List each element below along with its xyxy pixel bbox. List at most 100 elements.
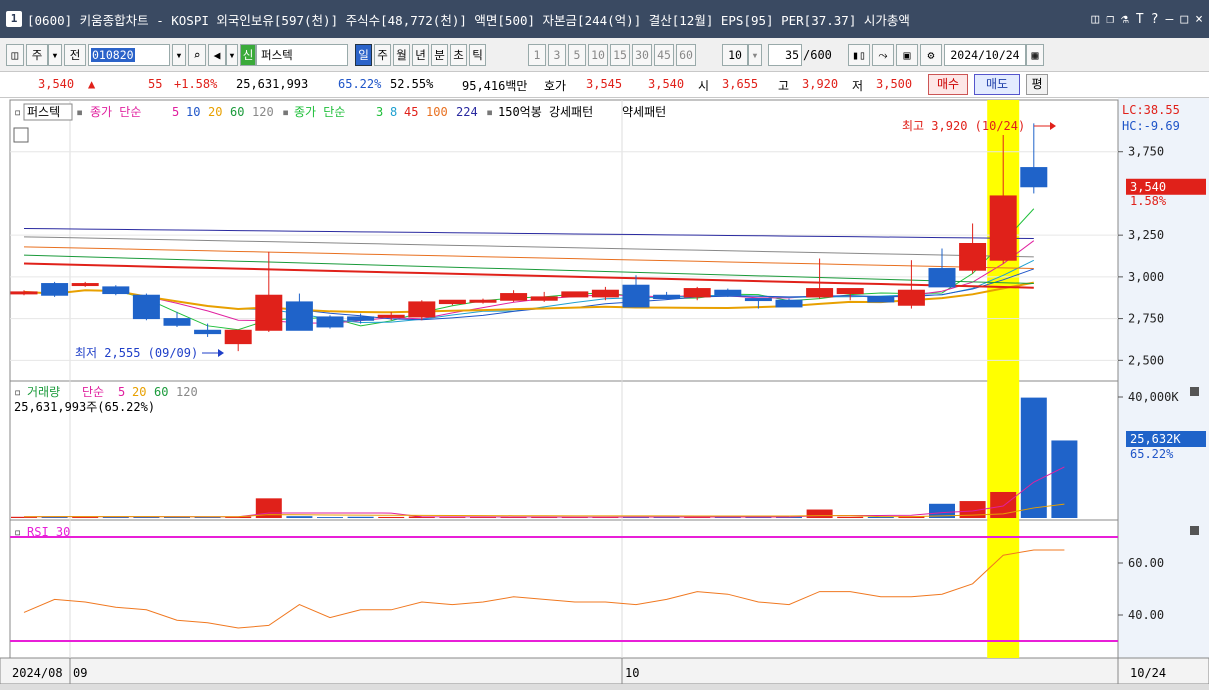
layout-icon[interactable]: ◫ xyxy=(6,44,24,66)
quote-low: 3,500 xyxy=(876,77,913,91)
mode-button[interactable]: 전 xyxy=(64,44,86,66)
window-control-7[interactable]: × xyxy=(1195,12,1203,27)
period-button-3[interactable]: 년 xyxy=(412,44,429,66)
candle-body-14 xyxy=(438,299,466,305)
volume-bar-33 xyxy=(1020,397,1047,518)
stock-name-field[interactable]: 퍼스텍 xyxy=(256,44,348,66)
candle-body-19 xyxy=(591,289,619,298)
legend-bullet-icon-0: ▪ xyxy=(76,105,83,119)
gear-icon[interactable]: ⚙ xyxy=(920,44,942,66)
x-axis-bar xyxy=(0,657,1209,684)
minute-button-2[interactable]: 5 xyxy=(568,44,586,66)
legend-ma2-value-3: 100 xyxy=(426,105,448,119)
period-button-6[interactable]: 틱 xyxy=(469,44,486,66)
window-number-badge[interactable]: 1 xyxy=(6,11,22,27)
code-dropdown-icon[interactable]: ▾ xyxy=(172,44,186,66)
date-input[interactable]: 2024/10/24 xyxy=(944,44,1026,66)
candle-body-31 xyxy=(959,243,987,271)
market-select[interactable]: 주 xyxy=(26,44,48,66)
candle-style-icon[interactable]: ▮▯ xyxy=(848,44,870,66)
legend-ma-value-1: 10 xyxy=(186,105,200,119)
volume-tick-label-0: 40,000K xyxy=(1128,390,1179,404)
vol-legend-square-icon: ▫ xyxy=(14,385,21,399)
window-control-3[interactable]: T xyxy=(1136,12,1144,27)
minute-button-7[interactable]: 60 xyxy=(676,44,696,66)
window-control-1[interactable]: ❐ xyxy=(1106,12,1114,27)
minute-button-4[interactable]: 15 xyxy=(610,44,630,66)
candle-body-27 xyxy=(836,288,864,295)
line-draw-icon[interactable]: ⤳ xyxy=(872,44,894,66)
candle-body-4 xyxy=(132,294,160,320)
rsi-tick-label-1: 40.00 xyxy=(1128,608,1164,622)
current-price-pct: 1.58% xyxy=(1130,194,1167,208)
legend-ma2-value-2: 45 xyxy=(404,105,418,119)
window-control-5[interactable]: — xyxy=(1166,12,1174,27)
price-tick-label-2: 3,000 xyxy=(1128,270,1164,284)
minute-button-1[interactable]: 3 xyxy=(548,44,566,66)
low-label: 저 xyxy=(852,79,864,93)
minute-button-5[interactable]: 30 xyxy=(632,44,652,66)
buy-button[interactable]: 매수 xyxy=(928,74,968,95)
volume-bar-28 xyxy=(867,516,894,518)
minute-button-3[interactable]: 10 xyxy=(588,44,608,66)
chart-toolbar: ◫ 주 ▾ 전 010820 ▾ ⌕ ◀ ▾ 신 퍼스텍 일주월년분초틱 135… xyxy=(0,38,1209,72)
volume-bar-9 xyxy=(286,516,313,518)
x-axis-label-0: 2024/08 xyxy=(12,666,63,680)
eval-button[interactable]: 평 xyxy=(1026,74,1048,95)
candle-body-18 xyxy=(561,291,589,298)
period-button-4[interactable]: 분 xyxy=(431,44,448,66)
sell-button[interactable]: 매도 xyxy=(974,74,1020,95)
vol-panel-menu-icon xyxy=(1190,387,1199,396)
stock-code-input[interactable]: 010820 xyxy=(88,44,170,66)
volume-bar-27 xyxy=(837,516,864,518)
count-input[interactable]: 35 xyxy=(768,44,802,66)
table-grid-icon xyxy=(13,127,29,143)
interval-dropdown-icon[interactable]: ▾ xyxy=(748,44,762,66)
legend-ma-label-0: 종가 단순 xyxy=(90,105,141,119)
window-control-0[interactable]: ◫ xyxy=(1091,12,1099,27)
vol-tag-pct: 65.22% xyxy=(1130,447,1174,461)
price-tick-label-0: 3,750 xyxy=(1128,145,1164,159)
rsi-legend-label: RSI 30 xyxy=(27,525,70,539)
candle-body-6 xyxy=(194,329,222,335)
quote-bid: 3,540 xyxy=(648,77,685,91)
period-button-0[interactable]: 일 xyxy=(355,44,372,66)
speaker-dropdown-icon[interactable]: ▾ xyxy=(226,44,238,66)
speaker-icon[interactable]: ◀ xyxy=(208,44,226,66)
legend-ma2-value-0: 3 xyxy=(376,105,383,119)
save-icon[interactable]: ▣ xyxy=(896,44,918,66)
legend-ma-label-1: 종가 단순 xyxy=(294,105,345,119)
period-button-1[interactable]: 주 xyxy=(374,44,391,66)
minute-button-0[interactable]: 1 xyxy=(528,44,546,66)
candle-body-3 xyxy=(102,286,130,295)
calendar-icon[interactable]: ▦ xyxy=(1026,44,1044,66)
price-tick-label-3: 2,750 xyxy=(1128,312,1164,326)
quote-ratio2: 52.55% xyxy=(390,77,434,91)
legend-bullet-icon-1: ▪ xyxy=(282,105,289,119)
ask-label: 호가 xyxy=(544,79,567,93)
vol-ma-value-1: 20 xyxy=(132,385,146,399)
window-control-4[interactable]: ? xyxy=(1151,12,1159,27)
window-control-2[interactable]: ⚗ xyxy=(1121,12,1129,27)
candle-body-17 xyxy=(530,296,558,301)
period-button-2[interactable]: 월 xyxy=(393,44,410,66)
interval-input[interactable]: 10 xyxy=(722,44,748,66)
minute-button-6[interactable]: 45 xyxy=(654,44,674,66)
market-dropdown-icon[interactable]: ▾ xyxy=(48,44,62,66)
window-control-6[interactable]: □ xyxy=(1180,12,1188,27)
legend-stock-name: 퍼스텍 xyxy=(27,105,60,119)
window-titlebar: 1 [0600] 키움종합차트 - KOSPI 외국인보유[597(천)] 주식… xyxy=(0,0,1209,38)
candle-body-5 xyxy=(163,318,191,326)
candle-body-15 xyxy=(469,299,497,303)
search-icon[interactable]: ⌕ xyxy=(188,44,206,66)
volume-bar-10 xyxy=(317,517,343,518)
quote-open: 3,655 xyxy=(722,77,759,91)
high-label: 고 xyxy=(778,79,790,93)
legend-square-icon: ▫ xyxy=(14,105,21,119)
chart-area[interactable]: 3,750 3,250 3,000 2,750 2,500 40,000K 60.00 40.… xyxy=(0,98,1209,684)
high-note: 최고 3,920 (10/24) xyxy=(902,119,1025,133)
period-button-5[interactable]: 초 xyxy=(450,44,467,66)
hc-label: HC:-9.69 xyxy=(1122,119,1180,133)
candle-body-13 xyxy=(408,301,436,318)
status-bar xyxy=(0,684,1209,690)
